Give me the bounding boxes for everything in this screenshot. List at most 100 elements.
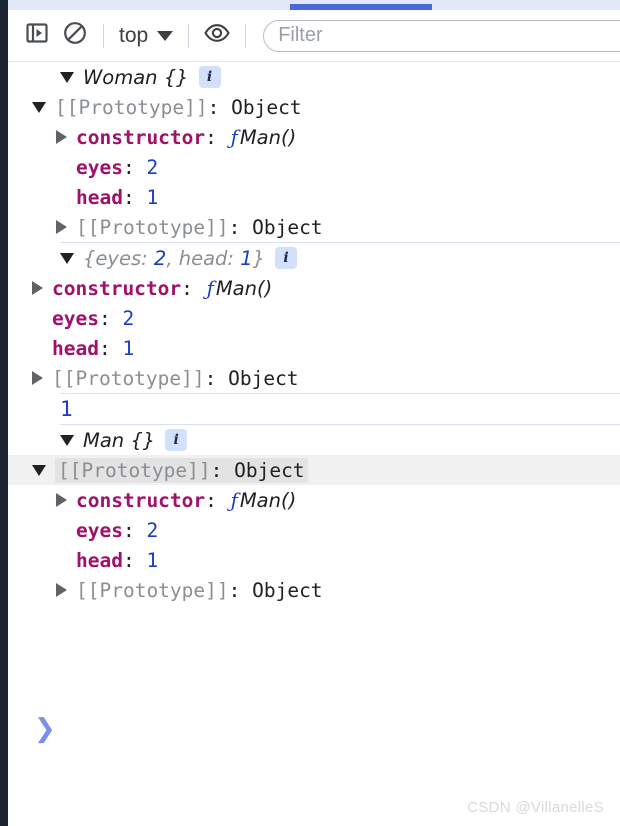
property-row[interactable]: eyes : 2: [8, 303, 620, 333]
property-value: 1: [146, 548, 159, 572]
property-value: Object: [228, 366, 299, 390]
property-row[interactable]: constructor : ƒ Man(): [8, 273, 620, 303]
show-sidebar-button[interactable]: [18, 17, 56, 55]
preview-value: 2: [153, 246, 167, 270]
disclosure-triangle-closed-icon[interactable]: [56, 220, 67, 234]
colon-separator: :: [98, 336, 123, 360]
property-value: 2: [146, 155, 159, 179]
info-badge[interactable]: i: [198, 66, 221, 88]
filter-input[interactable]: [263, 19, 620, 52]
toolbar-divider-2: [188, 23, 190, 48]
property-value: 2: [122, 306, 135, 330]
object-braces: {}: [130, 428, 156, 452]
prototype-label-highlight: [[Prototype]]: Object: [55, 457, 308, 483]
function-glyph-icon: ƒ: [206, 276, 214, 300]
property-key: eyes: [76, 518, 123, 542]
property-key: head: [76, 185, 123, 209]
disclosure-triangle-closed-icon[interactable]: [32, 281, 43, 295]
property-value: 1: [146, 185, 159, 209]
devtools-console-window: top Woman {} i: [0, 0, 620, 826]
clear-console-button[interactable]: [56, 17, 94, 55]
info-badge[interactable]: i: [165, 429, 188, 451]
property-value: Man(): [239, 125, 297, 149]
eye-icon: [203, 20, 231, 51]
property-key: constructor: [52, 276, 182, 300]
info-badge[interactable]: i: [275, 247, 298, 269]
disclosure-triangle-open-icon[interactable]: [60, 252, 74, 264]
object-braces: {}: [163, 65, 189, 89]
colon-separator: :: [122, 155, 147, 179]
literal-close-brace: }: [252, 246, 266, 270]
colon-separator: :: [205, 125, 229, 149]
colon-separator: :: [227, 246, 241, 270]
execution-context-selector[interactable]: top: [113, 21, 179, 51]
disclosure-triangle-open-icon[interactable]: [60, 71, 74, 83]
console-toolbar: top: [8, 10, 620, 62]
console-group-header[interactable]: Man {} i: [8, 425, 620, 455]
property-key: eyes: [76, 155, 123, 179]
prototype-row[interactable]: [[Prototype]] : Object: [8, 363, 620, 393]
colon-separator: :: [141, 246, 154, 270]
console-group-header[interactable]: Woman {} i: [8, 62, 620, 92]
console-object-group: { eyes : 2 , head : 1 } i constructor : …: [32, 243, 620, 394]
colon-separator: :: [122, 518, 147, 542]
logged-value: 1: [60, 397, 73, 421]
property-key: constructor: [76, 125, 206, 149]
property-row[interactable]: eyes : 2: [8, 515, 620, 545]
prototype-row[interactable]: [[Prototype]]: Object: [8, 455, 620, 485]
property-value: Object: [231, 95, 302, 119]
property-value: Object: [234, 458, 305, 482]
preview-key: eyes: [95, 246, 142, 270]
object-constructor-name: Man: [83, 428, 125, 452]
window-left-edge: [0, 0, 8, 826]
colon-separator: :: [205, 488, 229, 512]
colon-separator: :: [228, 215, 253, 239]
property-key: head: [76, 548, 123, 572]
property-row[interactable]: head : 1: [8, 182, 620, 212]
property-value: 1: [122, 336, 135, 360]
property-row[interactable]: constructor : ƒ Man(): [8, 122, 620, 152]
prototype-row[interactable]: [[Prototype]] : Object: [8, 212, 620, 242]
prototype-row[interactable]: [[Prototype]] : Object: [8, 92, 620, 122]
console-object-group: Woman {} i [[Prototype]] : Object constr…: [32, 62, 620, 243]
function-glyph-icon: ƒ: [230, 488, 238, 512]
property-value: Man(): [215, 276, 273, 300]
disclosure-triangle-closed-icon[interactable]: [32, 371, 43, 385]
colon-separator: :: [204, 366, 229, 390]
console-value-row[interactable]: 1: [8, 394, 620, 424]
watermark: CSDN @VillanelleS: [467, 799, 604, 816]
disclosure-triangle-open-icon[interactable]: [60, 434, 74, 446]
devtools-tab-strip: [8, 0, 620, 10]
colon-separator: :: [207, 95, 232, 119]
property-key: head: [52, 336, 99, 360]
disclosure-triangle-closed-icon[interactable]: [56, 493, 67, 507]
show-sidebar-icon: [24, 20, 50, 51]
console-value-entry: 1: [60, 394, 620, 425]
property-row[interactable]: head : 1: [8, 333, 620, 363]
property-row[interactable]: eyes : 2: [8, 152, 620, 182]
disclosure-triangle-open-icon[interactable]: [32, 101, 46, 113]
clear-console-icon: [62, 20, 88, 51]
object-constructor-name: Woman: [83, 65, 158, 89]
property-row[interactable]: head : 1: [8, 545, 620, 575]
colon-separator: :: [122, 185, 147, 209]
preview-value: 1: [240, 246, 253, 270]
live-expression-button[interactable]: [198, 17, 236, 55]
prompt-chevron-icon: ❯: [34, 714, 56, 744]
colon-separator: :: [210, 458, 235, 482]
disclosure-triangle-closed-icon[interactable]: [56, 130, 67, 144]
property-key: [[Prototype]]: [76, 215, 229, 239]
console-prompt[interactable]: ❯: [8, 708, 620, 750]
disclosure-triangle-closed-icon[interactable]: [56, 583, 67, 597]
literal-open-brace: {: [83, 246, 96, 270]
colon-separator: :: [122, 548, 147, 572]
property-key: eyes: [52, 306, 99, 330]
prototype-row[interactable]: [[Prototype]] : Object: [8, 575, 620, 605]
console-group-header[interactable]: { eyes : 2 , head : 1 } i: [8, 243, 620, 273]
property-value: Object: [252, 215, 323, 239]
property-row[interactable]: constructor : ƒ Man(): [8, 485, 620, 515]
property-key: [[Prototype]]: [76, 578, 229, 602]
disclosure-triangle-open-icon[interactable]: [32, 464, 46, 476]
colon-separator: :: [98, 306, 123, 330]
property-key: [[Prototype]]: [55, 95, 208, 119]
